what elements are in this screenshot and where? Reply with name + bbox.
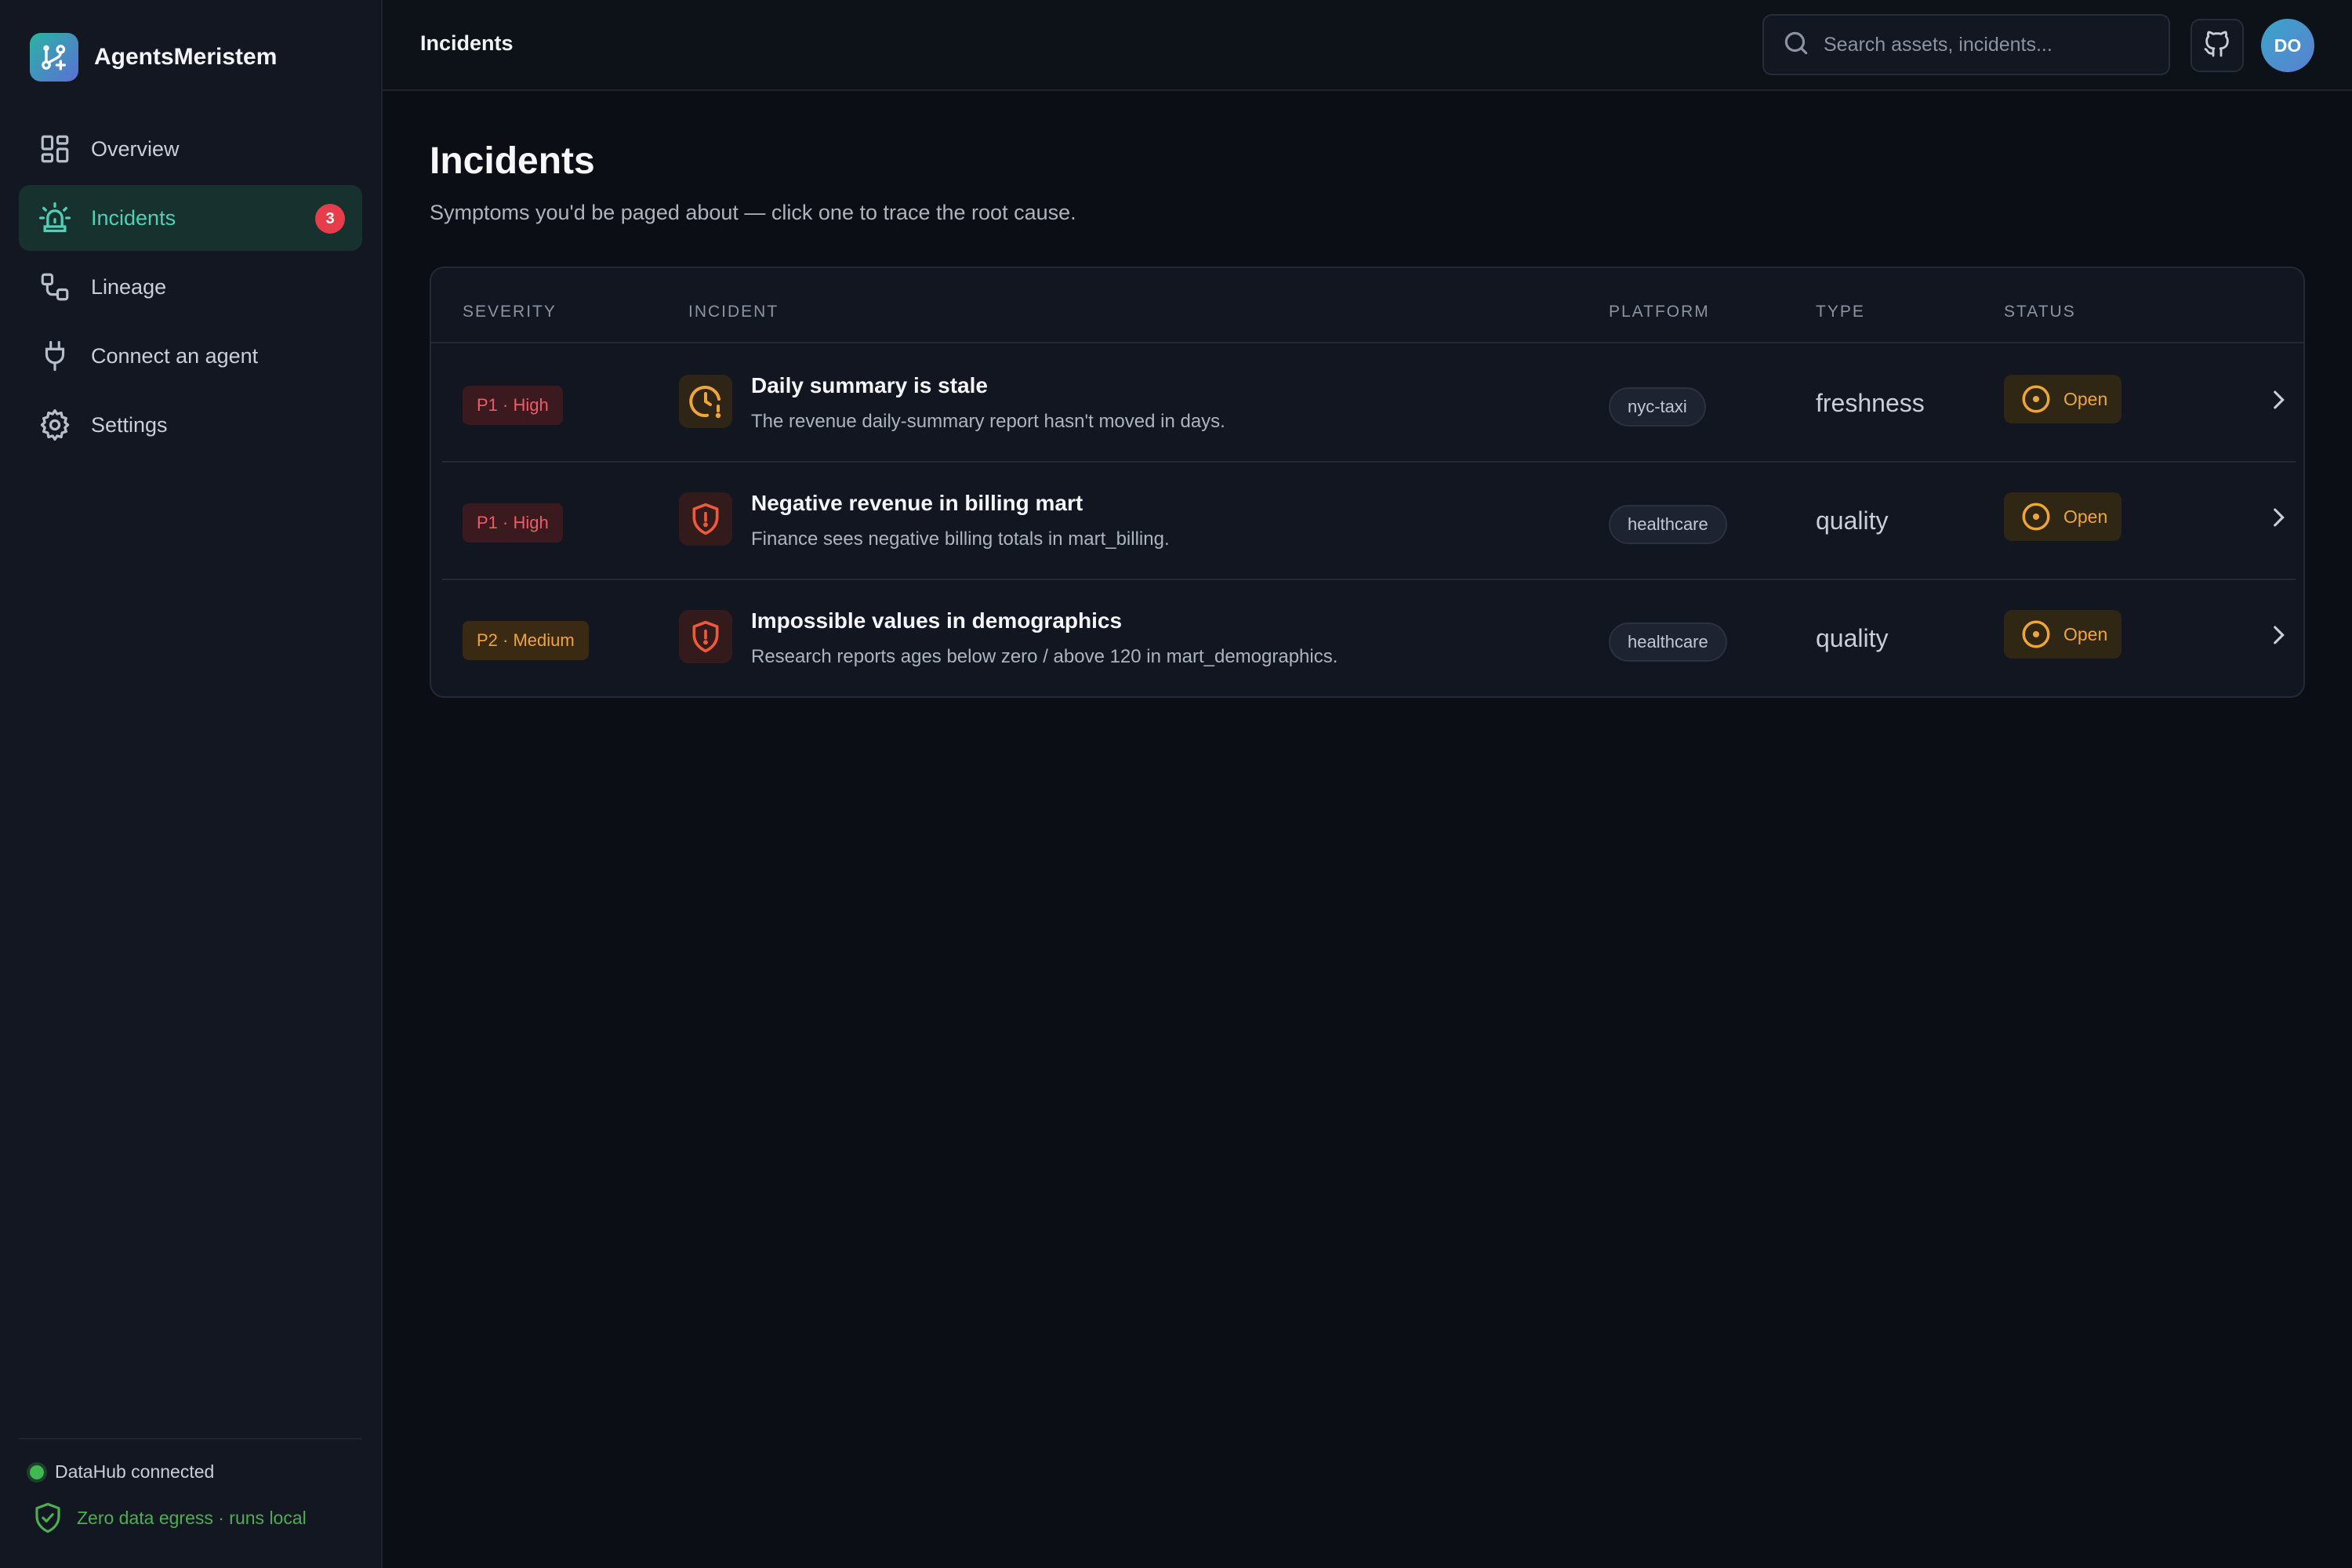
status-badge: Open xyxy=(2004,375,2122,423)
gear-icon xyxy=(38,408,72,442)
table-row[interactable]: P1 · High Negative revenue in billing ma… xyxy=(442,463,2296,580)
severity-badge: P1 · High xyxy=(463,386,563,425)
brand[interactable]: AgentsMeristem xyxy=(30,33,277,82)
column-header-type: TYPE xyxy=(1816,303,1865,321)
github-button[interactable] xyxy=(2190,19,2244,72)
table-row[interactable]: P2 · Medium Impossible values in demogra… xyxy=(442,580,2296,698)
breadcrumb: Incidents xyxy=(420,31,514,55)
chevron-right-icon[interactable] xyxy=(2261,618,2296,652)
sidebar-item-overview[interactable]: Overview xyxy=(19,116,362,182)
incident-type: freshness xyxy=(1816,389,1925,417)
table-row[interactable]: P1 · High Daily summary is stale The rev… xyxy=(442,345,2296,463)
platform-tag: nyc-taxi xyxy=(1609,387,1706,426)
incident-title: Negative revenue in billing mart xyxy=(751,491,1083,515)
sidebar-item-label: Lineage xyxy=(91,274,167,299)
column-header-status: STATUS xyxy=(2004,303,2076,321)
github-icon xyxy=(2201,28,2233,64)
siren-icon xyxy=(38,201,72,235)
egress-status-label: Zero data egress · runs local xyxy=(77,1507,307,1528)
chevron-right-icon[interactable] xyxy=(2261,383,2296,417)
status-badge: Open xyxy=(2004,492,2122,541)
incidents-table: SEVERITY INCIDENT PLATFORM TYPE STATUS P… xyxy=(430,267,2305,698)
incident-description: Research reports ages below zero / above… xyxy=(751,646,1338,667)
grid-icon xyxy=(38,132,72,166)
status-label: Open xyxy=(2063,506,2108,527)
avatar[interactable]: DO xyxy=(2261,19,2314,72)
platform-tag: healthcare xyxy=(1609,505,1727,544)
status-badge: Open xyxy=(2004,610,2122,659)
status-dot-icon xyxy=(30,1465,44,1479)
sidebar-item-incidents[interactable]: Incidents 3 xyxy=(19,185,362,251)
sidebar-item-label: Incidents xyxy=(91,205,176,230)
clock-alert-icon xyxy=(679,375,732,428)
search-box[interactable] xyxy=(1762,14,2170,75)
topbar: Incidents DO xyxy=(383,0,2352,91)
shield-alert-icon xyxy=(679,492,732,546)
sidebar-item-label: Overview xyxy=(91,136,180,161)
connection-status-label: DataHub connected xyxy=(55,1461,215,1482)
search-icon xyxy=(1781,28,1811,62)
platform-tag: healthcare xyxy=(1609,622,1727,662)
incident-title: Daily summary is stale xyxy=(751,373,988,397)
connection-status: DataHub connected xyxy=(30,1461,214,1483)
incident-type: quality xyxy=(1816,624,1889,652)
shield-alert-icon xyxy=(679,610,732,663)
shield-check-icon xyxy=(31,1499,66,1537)
plug-icon xyxy=(38,339,72,373)
incident-type: quality xyxy=(1816,506,1889,535)
search-input[interactable] xyxy=(1824,33,2153,56)
column-header-incident: INCIDENT xyxy=(688,303,779,321)
brand-name: AgentsMeristem xyxy=(94,44,278,70)
sidebar-item-lineage[interactable]: Lineage xyxy=(19,254,362,320)
sidebar-item-settings[interactable]: Settings xyxy=(19,392,362,458)
severity-badge: P1 · High xyxy=(463,503,563,543)
table-header: SEVERITY INCIDENT PLATFORM TYPE STATUS xyxy=(431,268,2303,343)
sidebar-item-label: Settings xyxy=(91,412,168,437)
sidebar: AgentsMeristem Overview Incidents 3 Line… xyxy=(0,0,383,1568)
page-title: Incidents xyxy=(430,140,595,182)
lineage-icon xyxy=(38,270,72,304)
egress-status: Zero data egress · runs local xyxy=(31,1499,307,1537)
status-label: Open xyxy=(2063,388,2108,409)
incident-description: The revenue daily-summary report hasn't … xyxy=(751,411,1225,432)
status-open-icon xyxy=(2020,500,2053,533)
status-label: Open xyxy=(2063,623,2108,644)
status-open-icon xyxy=(2020,618,2053,651)
column-header-platform: PLATFORM xyxy=(1609,303,1710,321)
incident-count-badge: 3 xyxy=(315,204,345,234)
app-root: AgentsMeristem Overview Incidents 3 Line… xyxy=(0,0,2352,1568)
sidebar-item-label: Connect an agent xyxy=(91,343,259,368)
severity-badge: P2 · Medium xyxy=(463,621,589,660)
sidebar-nav: Overview Incidents 3 Lineage Connect an … xyxy=(19,116,362,461)
incident-description: Finance sees negative billing totals in … xyxy=(751,528,1170,550)
sidebar-footer: DataHub connected Zero data egress · run… xyxy=(19,1438,362,1568)
status-open-icon xyxy=(2020,383,2053,416)
page-subtitle: Symptoms you'd be paged about — click on… xyxy=(430,201,1076,224)
incident-title: Impossible values in demographics xyxy=(751,608,1123,633)
brand-logo-icon xyxy=(30,33,78,82)
sidebar-item-connect-agent[interactable]: Connect an agent xyxy=(19,323,362,389)
chevron-right-icon[interactable] xyxy=(2261,500,2296,535)
column-header-severity: SEVERITY xyxy=(463,303,557,321)
